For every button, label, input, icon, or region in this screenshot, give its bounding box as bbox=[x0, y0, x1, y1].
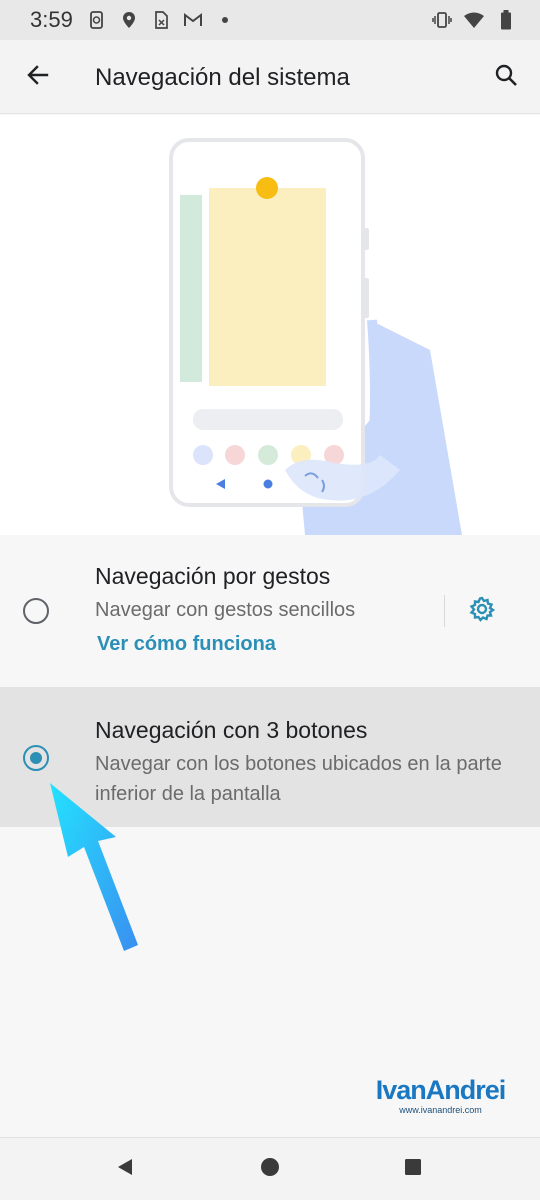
nav-recents-icon bbox=[402, 1156, 424, 1183]
arrow-back-icon bbox=[25, 62, 51, 93]
notification-icons bbox=[87, 10, 235, 30]
option-summary: Navegar con gestos sencillos bbox=[95, 599, 356, 621]
option-title: Navegación por gestos bbox=[95, 563, 331, 589]
search-pill bbox=[193, 409, 343, 430]
nav-home-icon bbox=[259, 1156, 281, 1183]
side-panel bbox=[180, 195, 202, 382]
radio-gestures[interactable] bbox=[23, 598, 49, 624]
vertical-divider bbox=[444, 595, 445, 627]
nav-home-button[interactable] bbox=[247, 1146, 293, 1192]
phone-sync-icon bbox=[87, 10, 107, 30]
nav-back-icon bbox=[114, 1156, 136, 1183]
watermark-logo: IvanAndrei www.ivanandrei.com bbox=[368, 1075, 513, 1116]
pointer-arrow-icon bbox=[50, 783, 138, 951]
battery-icon bbox=[496, 10, 516, 30]
gmail-icon bbox=[183, 10, 203, 30]
search-button[interactable] bbox=[482, 53, 530, 101]
radio-selected-dot bbox=[29, 751, 42, 764]
status-bar: 3:59 bbox=[0, 0, 540, 40]
notification-dot bbox=[256, 177, 278, 199]
gesture-settings-button[interactable] bbox=[460, 589, 504, 633]
location-icon bbox=[119, 10, 139, 30]
system-icons bbox=[432, 10, 516, 30]
back-button[interactable] bbox=[14, 53, 62, 101]
system-navigation-bar bbox=[0, 1137, 540, 1200]
gear-icon bbox=[468, 595, 496, 628]
app-bar: Navegación del sistema bbox=[0, 40, 540, 114]
option-title: Navegación con 3 botones bbox=[95, 717, 368, 743]
page-title: Navegación del sistema bbox=[95, 64, 350, 91]
option-gesture-navigation[interactable]: Navegación por gestos Navegar con gestos… bbox=[0, 535, 540, 687]
dot-icon bbox=[215, 10, 235, 30]
vibrate-icon bbox=[432, 10, 452, 30]
wifi-icon bbox=[464, 10, 484, 30]
nav-recents-button[interactable] bbox=[390, 1146, 436, 1192]
see-how-it-works-link[interactable]: Ver cómo funciona bbox=[97, 633, 276, 656]
main-panel bbox=[209, 188, 326, 386]
sim-icon bbox=[151, 10, 171, 30]
radio-three-buttons[interactable] bbox=[23, 745, 49, 771]
nav-back-button[interactable] bbox=[102, 1146, 148, 1192]
search-icon bbox=[493, 62, 519, 93]
watermark-name: IvanAndrei bbox=[375, 1075, 507, 1105]
navigation-illustration bbox=[0, 115, 540, 535]
watermark-url: www.ivanandrei.com bbox=[399, 1105, 482, 1115]
phone-hand-illustration bbox=[169, 138, 462, 535]
status-time: 3:59 bbox=[30, 7, 73, 32]
